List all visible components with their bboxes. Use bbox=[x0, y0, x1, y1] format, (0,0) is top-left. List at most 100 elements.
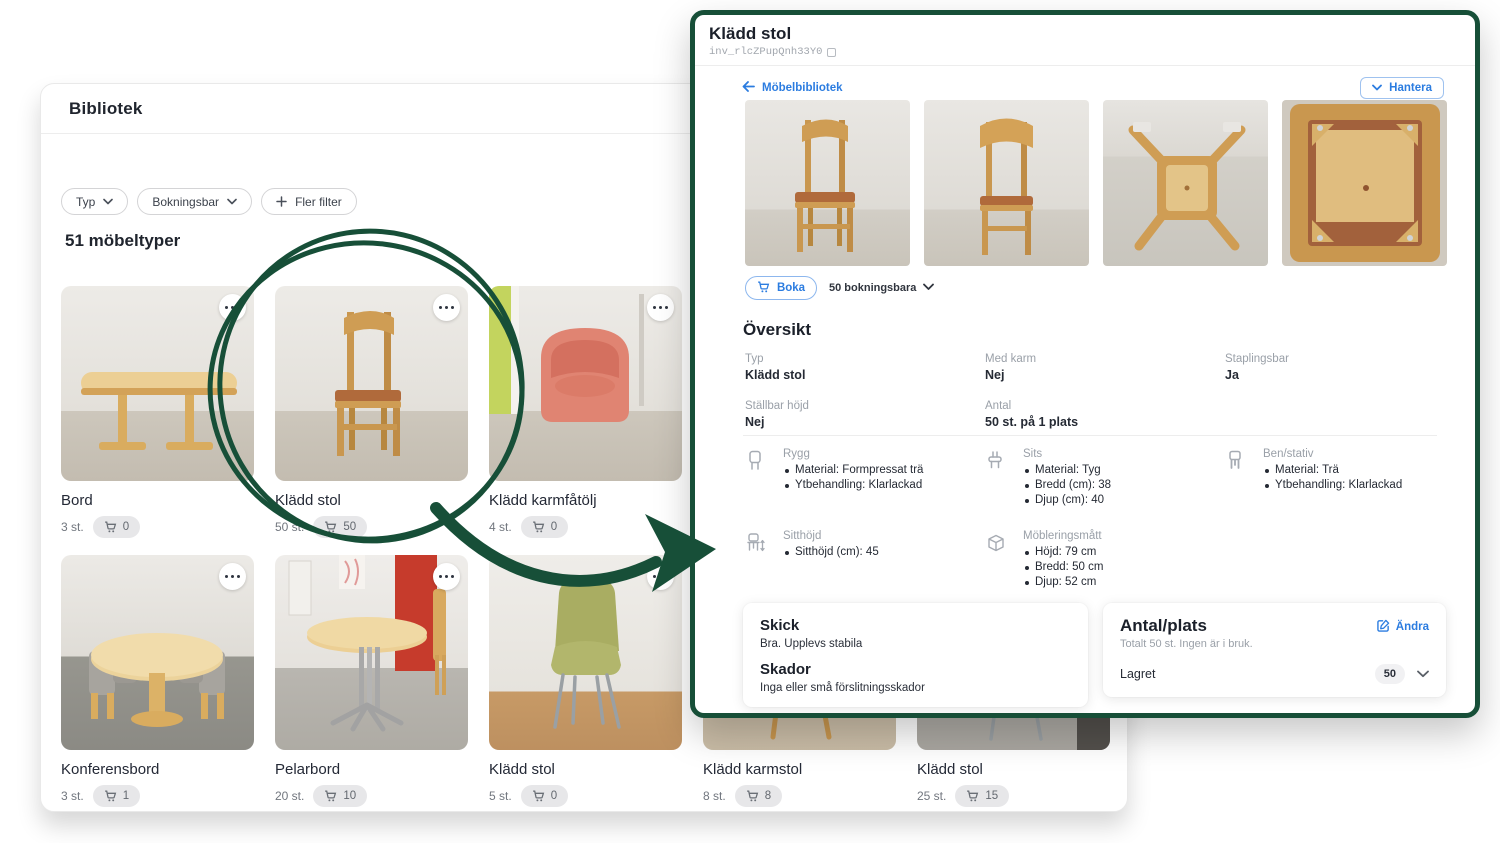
filter-bokningsbar-label: Bokningsbar bbox=[152, 195, 219, 209]
product-photo-flipped[interactable] bbox=[1103, 100, 1268, 266]
spec-item: Ytbehandling: Klarlackad bbox=[1263, 478, 1402, 493]
card-count: 20 st. bbox=[275, 789, 304, 803]
card-title: Pelarbord bbox=[275, 761, 468, 778]
quantity-panel: Antal/plats Totalt 50 st. Ingen är i bru… bbox=[1103, 603, 1446, 697]
spec-item: Bredd (cm): 38 bbox=[1023, 478, 1111, 493]
furniture-card[interactable]: Bord 3 st. 0 bbox=[61, 286, 254, 538]
furniture-photo[interactable] bbox=[61, 286, 254, 481]
furniture-card[interactable]: Klädd stol 5 st. 0 bbox=[489, 555, 682, 807]
back-link[interactable]: Möbelbibliotek bbox=[742, 81, 843, 95]
cart-count: 1 bbox=[123, 790, 129, 802]
furniture-card[interactable]: Pelarbord 20 st. 10 bbox=[275, 555, 468, 807]
furniture-card[interactable]: Konferensbord 3 st. 1 bbox=[61, 555, 254, 807]
spec-sitthojd: Sitthöjd Sitthöjd (cm): 45 bbox=[745, 530, 985, 590]
manage-button[interactable]: Hantera bbox=[1360, 77, 1444, 99]
cart-badge: 1 bbox=[93, 785, 140, 807]
spec-item: Sitthöjd (cm): 45 bbox=[783, 545, 879, 560]
spec-item: Djup: 52 cm bbox=[1023, 575, 1103, 590]
chair-back-illustration bbox=[924, 100, 1089, 266]
spec-grid: Rygg Material: Formpressat trä Ytbehandl… bbox=[745, 448, 1457, 590]
spec-label: Sitthöjd bbox=[783, 530, 879, 542]
card-count: 4 st. bbox=[489, 520, 512, 534]
field-label: Antal bbox=[985, 400, 1225, 412]
cart-icon bbox=[104, 790, 117, 802]
bookable-dropdown[interactable]: 50 bokningsbara bbox=[829, 282, 934, 294]
furniture-photo[interactable] bbox=[489, 286, 682, 481]
inventory-id-text: inv_rlcZPupQnh33Y0 bbox=[709, 46, 822, 58]
plus-icon bbox=[276, 196, 287, 207]
photo-gallery bbox=[745, 100, 1447, 266]
library-title: Bibliotek bbox=[69, 99, 143, 119]
book-button-label: Boka bbox=[777, 282, 805, 294]
furniture-photo[interactable] bbox=[275, 555, 468, 750]
spec-rygg: Rygg Material: Formpressat trä Ytbehandl… bbox=[745, 448, 985, 508]
damage-heading: Skador bbox=[760, 661, 1071, 678]
cube-dimensions-icon bbox=[985, 530, 1007, 590]
manage-button-label: Hantera bbox=[1389, 82, 1432, 94]
more-options-icon[interactable] bbox=[219, 294, 246, 321]
furniture-card[interactable]: Klädd karmfåtölj 4 st. 0 bbox=[489, 286, 682, 538]
more-options-icon[interactable] bbox=[433, 563, 460, 590]
back-link-label: Möbelbibliotek bbox=[762, 82, 843, 94]
card-count: 8 st. bbox=[703, 789, 726, 803]
overview-heading: Översikt bbox=[743, 320, 811, 340]
furniture-photo[interactable] bbox=[61, 555, 254, 750]
field-antal: Antal 50 st. på 1 plats bbox=[985, 400, 1225, 429]
field-value: Nej bbox=[985, 368, 1225, 382]
book-button[interactable]: Boka bbox=[745, 276, 817, 300]
spec-item: Ytbehandling: Klarlackad bbox=[783, 478, 923, 493]
field-value: Klädd stol bbox=[745, 368, 985, 382]
quantity-value: 50 bbox=[1375, 664, 1405, 684]
chair-front-illustration bbox=[745, 100, 910, 266]
cart-icon bbox=[324, 521, 337, 533]
furniture-photo[interactable] bbox=[489, 555, 682, 750]
chevron-down-icon bbox=[1372, 82, 1382, 94]
furniture-count-heading: 51 möbeltyper bbox=[65, 231, 180, 251]
detail-header: Klädd stol inv_rlcZPupQnh33Y0 bbox=[695, 15, 1475, 65]
product-photo-front[interactable] bbox=[745, 100, 910, 266]
cart-badge: 8 bbox=[735, 785, 782, 807]
cart-badge: 50 bbox=[313, 516, 367, 538]
chair-seat-icon bbox=[985, 448, 1007, 508]
spec-sits: Sits Material: Tyg Bredd (cm): 38 Djup (… bbox=[985, 448, 1225, 508]
page: Bibliotek Typ Bokningsbar Fler filter 51… bbox=[0, 0, 1500, 843]
cart-badge: 0 bbox=[521, 516, 568, 538]
copy-icon[interactable] bbox=[827, 48, 836, 57]
filter-more[interactable]: Fler filter bbox=[261, 188, 357, 215]
chevron-down-icon bbox=[227, 198, 237, 205]
card-title: Klädd karmfåtölj bbox=[489, 492, 682, 509]
cart-count: 0 bbox=[123, 521, 129, 533]
field-label: Med karm bbox=[985, 353, 1225, 365]
cart-count: 8 bbox=[765, 790, 771, 802]
more-options-icon[interactable] bbox=[433, 294, 460, 321]
product-photo-back[interactable] bbox=[924, 100, 1089, 266]
card-title: Klädd karmstol bbox=[703, 761, 896, 778]
field-med-karm: Med karm Nej bbox=[985, 353, 1225, 382]
spec-item: Material: Formpressat trä bbox=[783, 463, 923, 478]
card-title: Klädd stol bbox=[275, 492, 468, 509]
cart-icon bbox=[104, 521, 117, 533]
furniture-photo[interactable] bbox=[275, 286, 468, 481]
spec-label: Ben/stativ bbox=[1263, 448, 1402, 460]
spec-label: Rygg bbox=[783, 448, 923, 460]
overview-fields: Typ Klädd stol Med karm Nej Staplingsbar… bbox=[745, 353, 1445, 429]
more-options-icon[interactable] bbox=[647, 294, 674, 321]
product-photo-underside[interactable] bbox=[1282, 100, 1447, 266]
location-row[interactable]: Lagret 50 bbox=[1120, 664, 1429, 684]
location-label: Lagret bbox=[1120, 667, 1155, 681]
filter-bokningsbar[interactable]: Bokningsbar bbox=[137, 188, 252, 215]
edit-button[interactable]: Ändra bbox=[1377, 619, 1429, 635]
field-label: Ställbar höjd bbox=[745, 400, 985, 412]
cart-icon bbox=[324, 790, 337, 802]
furniture-card[interactable]: Klädd stol 50 st. 50 bbox=[275, 286, 468, 538]
cart-badge: 0 bbox=[93, 516, 140, 538]
filter-typ[interactable]: Typ bbox=[61, 188, 128, 215]
spec-label: Möbleringsmått bbox=[1023, 530, 1103, 542]
more-options-icon[interactable] bbox=[219, 563, 246, 590]
spec-item: Djup (cm): 40 bbox=[1023, 493, 1111, 508]
more-options-icon[interactable] bbox=[647, 563, 674, 590]
filter-typ-label: Typ bbox=[76, 195, 95, 209]
spec-item: Material: Trä bbox=[1263, 463, 1402, 478]
condition-panel: Skick Bra. Upplevs stabila Skador Inga e… bbox=[743, 603, 1088, 707]
chevron-down-icon[interactable] bbox=[1417, 665, 1429, 683]
